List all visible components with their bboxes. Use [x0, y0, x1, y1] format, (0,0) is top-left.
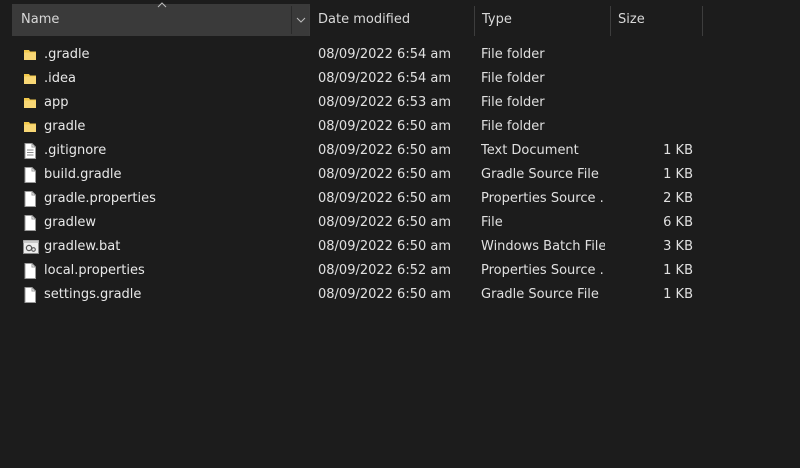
- file-date-modified: 08/09/2022 6:50 am: [318, 191, 452, 206]
- file-type: Gradle Source File: [481, 167, 599, 182]
- file-date-modified: 08/09/2022 6:50 am: [318, 167, 452, 182]
- file-date-modified: 08/09/2022 6:50 am: [318, 119, 452, 134]
- file-date-modified: 08/09/2022 6:52 am: [318, 263, 452, 278]
- file-row[interactable]: build.gradle 08/09/2022 6:50 am Gradle Sou…: [0, 163, 800, 187]
- folder-icon: [23, 47, 37, 63]
- file-row[interactable]: gradle.properties 08/09/2022 6:50 am Prope…: [0, 187, 800, 211]
- file-size: 1 KB: [663, 167, 693, 182]
- batch-file-icon: [23, 239, 39, 255]
- file-type: File folder: [481, 71, 545, 86]
- file-size: 6 KB: [663, 215, 693, 230]
- file-type: Properties Source ...: [481, 263, 605, 278]
- file-name: build.gradle: [44, 167, 122, 182]
- file-date-modified: 08/09/2022 6:50 am: [318, 215, 452, 230]
- file-name: .gradle: [44, 47, 90, 62]
- file-row[interactable]: gradlew 08/09/2022 6:50 am File 6 KB: [0, 211, 800, 235]
- file-row[interactable]: settings.gradle 08/09/2022 6:50 am Gradle …: [0, 283, 800, 307]
- file-name: gradle.properties: [44, 191, 156, 206]
- column-divider[interactable]: [702, 6, 703, 36]
- folder-icon: [23, 95, 37, 111]
- file-size: 1 KB: [663, 143, 693, 158]
- file-date-modified: 08/09/2022 6:50 am: [318, 239, 452, 254]
- file-row[interactable]: local.properties 08/09/2022 6:52 am Proper…: [0, 259, 800, 283]
- sort-ascending-icon: [157, 2, 167, 8]
- file-row[interactable]: gradle 08/09/2022 6:50 am File folder: [0, 115, 800, 139]
- file-name: gradle: [44, 119, 86, 134]
- file-row[interactable]: .idea 08/09/2022 6:54 am File folder: [0, 67, 800, 91]
- column-dropdown-icon[interactable]: [291, 6, 310, 34]
- file-name: settings.gradle: [44, 287, 142, 302]
- file-date-modified: 08/09/2022 6:53 am: [318, 95, 452, 110]
- file-type: Properties Source ...: [481, 191, 605, 206]
- file-icon: [23, 215, 37, 231]
- file-name: .gitignore: [44, 143, 107, 158]
- file-list: .gradle 08/09/2022 6:54 am File folder .ide…: [0, 43, 800, 307]
- file-name: app: [44, 95, 69, 110]
- file-size: 3 KB: [663, 239, 693, 254]
- file-row[interactable]: .gradle 08/09/2022 6:54 am File folder: [0, 43, 800, 67]
- folder-icon: [23, 119, 37, 135]
- file-date-modified: 08/09/2022 6:50 am: [318, 287, 452, 302]
- file-type: File: [481, 215, 503, 230]
- file-row[interactable]: app 08/09/2022 6:53 am File folder: [0, 91, 800, 115]
- file-type: File folder: [481, 47, 545, 62]
- file-date-modified: 08/09/2022 6:54 am: [318, 71, 452, 86]
- file-size: 1 KB: [663, 287, 693, 302]
- column-header-name[interactable]: Name: [12, 4, 310, 36]
- file-row[interactable]: .gitignore 08/09/2022 6:50 am Text Documen…: [0, 139, 800, 163]
- file-type: File folder: [481, 95, 545, 110]
- column-header-type-label: Type: [482, 12, 512, 27]
- text-file-icon: [23, 143, 37, 159]
- file-name: gradlew: [44, 215, 97, 230]
- file-icon: [23, 287, 37, 303]
- file-type: Text Document: [481, 143, 579, 158]
- folder-icon: [23, 71, 37, 87]
- column-header-name-label: Name: [21, 12, 60, 27]
- file-date-modified: 08/09/2022 6:54 am: [318, 47, 452, 62]
- column-header-bar: Name Date modified Type Size: [0, 0, 800, 36]
- file-row[interactable]: gradlew.bat 08/09/2022 6:50 am Windows Bat…: [0, 235, 800, 259]
- file-name: local.properties: [44, 263, 145, 278]
- file-type: File folder: [481, 119, 545, 134]
- column-header-size-label: Size: [618, 12, 645, 27]
- file-name: .idea: [44, 71, 76, 86]
- file-icon: [23, 167, 37, 183]
- file-date-modified: 08/09/2022 6:50 am: [318, 143, 452, 158]
- file-icon: [23, 191, 37, 207]
- file-icon: [23, 263, 37, 279]
- file-type: Windows Batch File: [481, 239, 605, 254]
- file-type: Gradle Source File: [481, 287, 599, 302]
- column-header-type[interactable]: Type: [474, 4, 610, 36]
- file-name: gradlew.bat: [44, 239, 121, 254]
- file-size: 1 KB: [663, 263, 693, 278]
- column-header-size[interactable]: Size: [610, 4, 702, 36]
- column-header-date-label: Date modified: [318, 12, 411, 27]
- file-size: 2 KB: [663, 191, 693, 206]
- column-header-date-modified[interactable]: Date modified: [310, 4, 474, 36]
